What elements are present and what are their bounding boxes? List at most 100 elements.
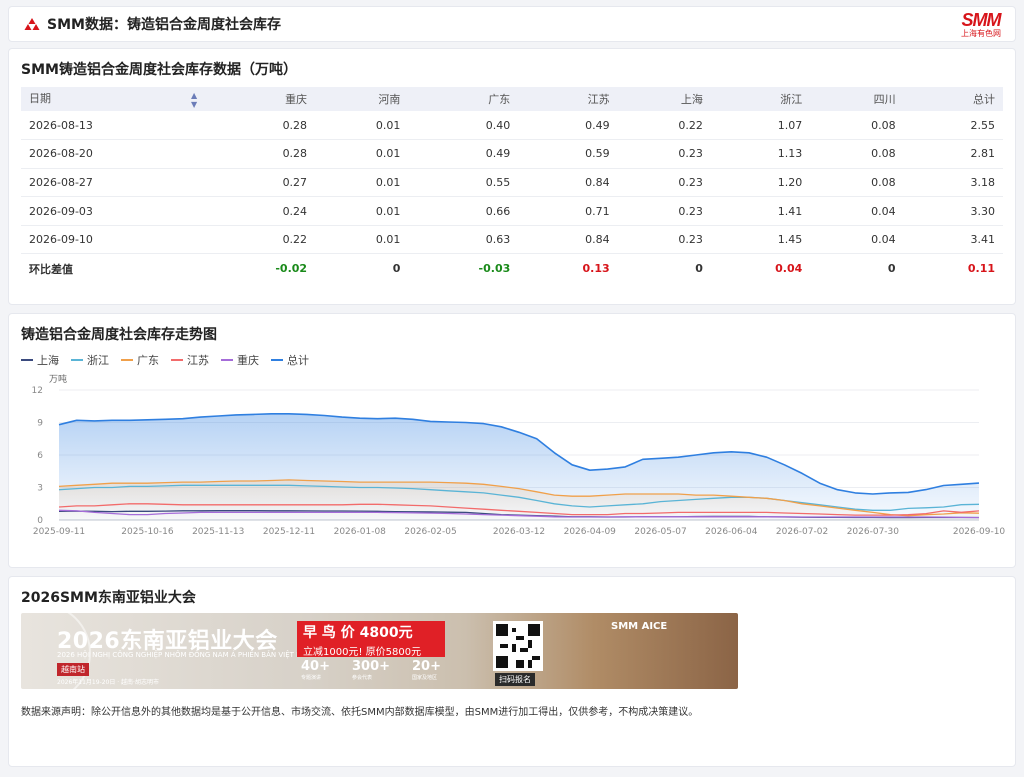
value-cell: 0.01 — [315, 139, 409, 169]
sort-icon[interactable]: ▲ ▼ — [191, 91, 197, 109]
x-tick-label: 2025-11-13 — [192, 527, 244, 537]
stat-item: 40+ 专题演讲 — [301, 659, 330, 681]
legend-label: 广东 — [137, 354, 159, 367]
column-header: 江苏 — [587, 93, 610, 106]
value-cell: 0.66 — [408, 196, 519, 226]
legend-label: 江苏 — [187, 354, 209, 367]
legend-swatch — [21, 359, 33, 361]
stat-item: 20+ 国家及地区 — [412, 659, 441, 681]
value-cell: 0.23 — [617, 225, 711, 255]
value-cell: 0.23 — [617, 168, 711, 198]
legend-item[interactable]: 重庆 — [221, 352, 259, 368]
inventory-table-card: SMM铸造铝合金周度社会库存数据（万吨） 日期 ▲ ▼ 重庆 河南 广东 江苏 上海… — [8, 48, 1016, 305]
legend-label: 重庆 — [237, 354, 259, 367]
value-cell: 0.04 — [810, 225, 904, 255]
column-header: 河南 — [378, 93, 401, 106]
stat-item: 300+ 参会代表 — [351, 659, 391, 681]
x-tick-label: 2026-01-08 — [334, 527, 387, 537]
legend-label: 总计 — [287, 354, 309, 367]
legend-swatch — [121, 359, 133, 361]
column-header: 四川 — [873, 93, 896, 106]
value-cell: 0.28 — [205, 111, 316, 141]
x-tick-label: 2026-07-02 — [776, 527, 828, 537]
value-cell: 0.01 — [315, 168, 409, 198]
date-cell: 2026-08-20 — [21, 139, 206, 169]
legend-item[interactable]: 江苏 — [171, 352, 209, 368]
banner-place: 越南站 — [57, 663, 89, 676]
value-cell: 0.01 — [315, 111, 409, 141]
value-cell: 2.55 — [903, 111, 1003, 141]
conference-banner[interactable]: 2026东南亚铝业大会 2026 HỘI NGHỊ CÔNG NGHIỆP NH… — [21, 613, 738, 689]
column-header-date[interactable]: 日期 ▲ ▼ — [21, 87, 205, 111]
diff-cell: 0.04 — [775, 262, 803, 276]
value-cell: 0.08 — [810, 139, 904, 169]
diff-cell: 0 — [392, 262, 401, 276]
value-cell: 0.22 — [617, 111, 711, 141]
early-bird-promo: 早 鸟 价 4800元 立减1000元! 原价5800元 — [297, 621, 445, 658]
column-header: 广东 — [488, 93, 511, 106]
value-cell: 0.49 — [518, 111, 618, 141]
value-cell: 0.23 — [617, 139, 711, 169]
column-header: 重庆 — [285, 93, 308, 106]
data-source-disclaimer: 数据来源声明：除公开信息外的其他数据均是基于公开信息、市场交流、依托SMM内部数… — [21, 707, 699, 718]
date-cell: 2026-08-27 — [21, 168, 206, 198]
x-tick-label: 2026-03-12 — [493, 527, 545, 537]
value-cell: 1.41 — [710, 196, 811, 226]
legend-item[interactable]: 总计 — [271, 352, 309, 368]
qr-label: 扫码报名 — [495, 673, 535, 686]
diff-row: 环比差值 -0.02 0 -0.03 0.13 0 0.04 0 0.11 — [21, 254, 1003, 283]
legend-swatch — [271, 359, 283, 361]
column-header: 总计 — [973, 93, 995, 106]
table-body: 2026-08-13 0.28 0.01 0.40 0.49 0.22 1.07 0.08 2.… — [21, 111, 1003, 283]
date-cell: 2026-09-10 — [21, 225, 206, 255]
y-tick-label: 12 — [32, 386, 43, 396]
x-tick-label: 2025-09-11 — [33, 527, 85, 537]
value-cell: 2.81 — [903, 139, 1003, 169]
conference-title: 2026SMM东南亚铝业大会 — [21, 590, 196, 606]
diff-cell: -0.03 — [478, 262, 511, 276]
brand-main: SMM — [961, 9, 1002, 30]
promo-line-2: 立减1000元! 原价5800元 — [303, 647, 422, 658]
value-cell: 1.20 — [710, 168, 811, 198]
diff-label: 环比差值 — [29, 262, 73, 276]
legend-label: 上海 — [37, 354, 59, 367]
banner-subtitle: 2026 HỘI NGHỊ CÔNG NGHIỆP NHÔM ĐÔNG NAM … — [57, 651, 313, 659]
value-cell: 0.27 — [205, 168, 316, 198]
value-cell: 0.71 — [518, 196, 618, 226]
value-cell: 0.40 — [408, 111, 519, 141]
date-cell: 2026-09-03 — [21, 196, 206, 226]
promo-line-1: 早 鸟 价 4800元 — [303, 625, 413, 641]
x-tick-label: 2025-12-11 — [263, 527, 315, 537]
legend-item[interactable]: 浙江 — [71, 352, 109, 368]
column-header: 浙江 — [780, 93, 803, 106]
x-tick-label: 2026-05-07 — [634, 527, 686, 537]
value-cell: 0.23 — [617, 196, 711, 226]
diff-cell: 0.11 — [967, 262, 995, 276]
value-cell: 0.22 — [205, 225, 316, 255]
x-tick-label: 2026-02-05 — [404, 527, 456, 537]
table-header-row: 日期 ▲ ▼ 重庆 河南 广东 江苏 上海 浙江 四川 总计 — [21, 87, 1003, 111]
table-row: 2026-08-13 0.28 0.01 0.40 0.49 0.22 1.07 0.08 2.… — [21, 111, 1003, 141]
legend-item[interactable]: 广东 — [121, 352, 159, 368]
x-tick-label: 2026-09-10 — [953, 527, 1006, 537]
table-row: 2026-08-20 0.28 0.01 0.49 0.59 0.23 1.13 0.08 2.… — [21, 139, 1003, 169]
page: SMM数据：铸造铝合金周度社会库存 SMM 上海有色网 SMM铸造铝合金周度社会… — [0, 0, 1024, 777]
y-tick-label: 0 — [37, 516, 43, 526]
column-header: 上海 — [680, 93, 703, 106]
value-cell: 0.28 — [205, 139, 316, 169]
x-tick-label: 2026-07-30 — [847, 527, 900, 537]
value-cell: 1.13 — [710, 139, 811, 169]
qr-code-icon[interactable] — [493, 621, 543, 671]
value-cell: 0.59 — [518, 139, 618, 169]
smm-logo[interactable]: SMM 上海有色网 — [961, 9, 1002, 38]
conference-card: 2026SMM东南亚铝业大会 2026东南亚铝业大会 2026 HỘI NGHỊ… — [8, 576, 1016, 767]
legend-swatch — [71, 359, 83, 361]
legend-item[interactable]: 上海 — [21, 352, 59, 368]
value-cell: 1.07 — [710, 111, 811, 141]
legend-swatch — [171, 359, 183, 361]
page-title: SMM数据：铸造铝合金周度社会库存 — [47, 17, 281, 33]
x-tick-label: 2026-06-04 — [705, 527, 758, 537]
inventory-table: 日期 ▲ ▼ 重庆 河南 广东 江苏 上海 浙江 四川 总计 2026-08-13 0… — [21, 87, 1003, 283]
table-row: 2026-09-10 0.22 0.01 0.63 0.84 0.23 1.45 0.04 3.… — [21, 225, 1003, 255]
value-cell: 0.01 — [315, 196, 409, 226]
